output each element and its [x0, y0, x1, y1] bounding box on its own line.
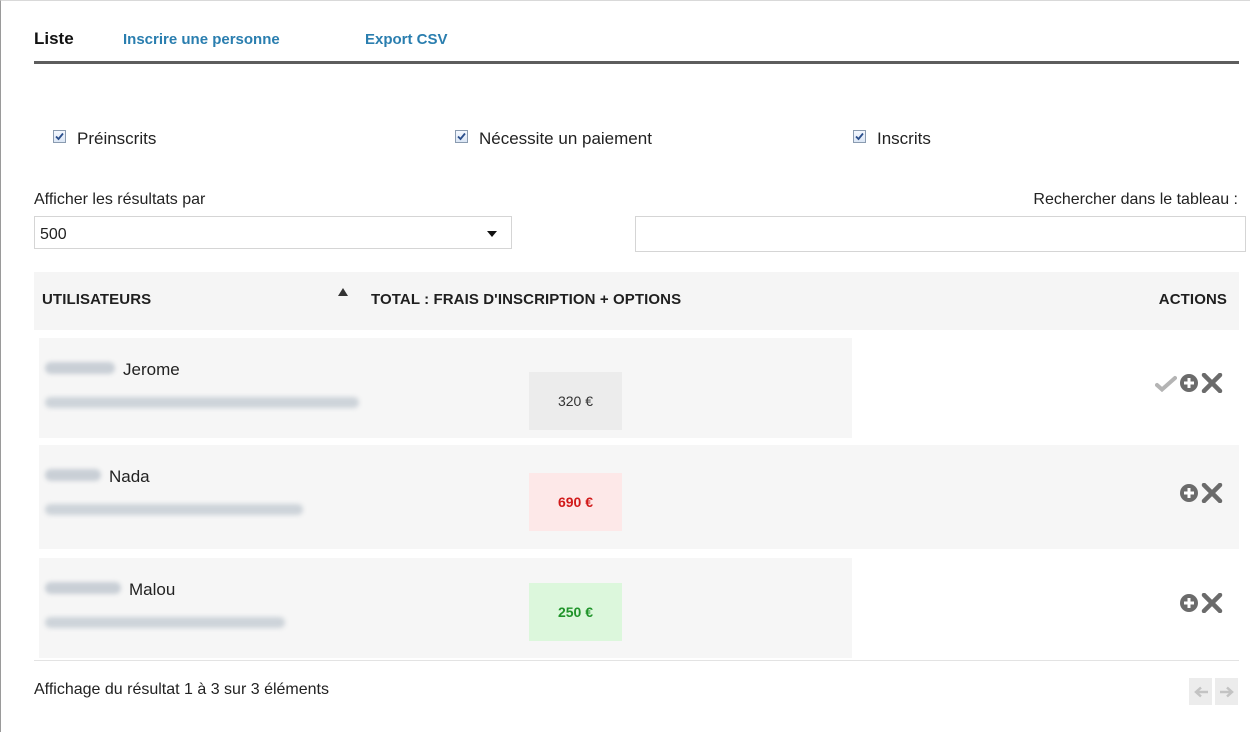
- caret-down-icon: [487, 231, 497, 237]
- check-icon[interactable]: [1155, 374, 1177, 392]
- amount-badge: 320 €: [529, 372, 622, 430]
- user-cell: Malou: [39, 558, 852, 658]
- table-row: Malou 250 €: [34, 550, 1239, 661]
- tab-bar: Liste Inscrire une personne Export CSV: [34, 27, 1239, 64]
- plus-circle-icon[interactable]: [1179, 483, 1199, 503]
- sort-ascending-icon[interactable]: [338, 288, 348, 296]
- pagination-info: Affichage du résultat 1 à 3 sur 3 élémen…: [34, 681, 329, 698]
- filter-inscrits[interactable]: Inscrits: [853, 129, 931, 149]
- paiement-label: Nécessite un paiement: [479, 129, 652, 148]
- redacted-email: [45, 397, 359, 408]
- arrow-left-icon[interactable]: [1189, 678, 1212, 705]
- plus-circle-icon[interactable]: [1179, 593, 1199, 613]
- table-row: Jerome 320 €: [34, 330, 1239, 441]
- user-cell: Jerome: [39, 338, 852, 438]
- user-cell: Nada: [39, 445, 852, 549]
- redacted-email: [45, 504, 303, 515]
- arrow-right-icon[interactable]: [1215, 678, 1238, 705]
- tab-liste[interactable]: Liste: [34, 29, 74, 49]
- close-icon[interactable]: [1201, 593, 1223, 613]
- preinscrits-checkbox[interactable]: [53, 129, 66, 143]
- inscrits-checkbox[interactable]: [853, 129, 866, 143]
- tab-export-csv[interactable]: Export CSV: [365, 31, 448, 48]
- user-first-name: Jerome: [123, 360, 180, 379]
- search-input[interactable]: [635, 216, 1246, 252]
- redacted-email: [45, 617, 285, 628]
- redacted-surname: [45, 582, 121, 594]
- close-icon[interactable]: [1201, 483, 1223, 503]
- inscrits-label: Inscrits: [877, 129, 931, 148]
- column-header-users[interactable]: UTILISATEURS: [42, 291, 151, 308]
- pagination: [1189, 678, 1238, 705]
- user-first-name: Malou: [129, 580, 176, 599]
- row-actions: [1179, 593, 1223, 613]
- plus-circle-icon[interactable]: [1179, 373, 1199, 393]
- page-frame: Liste Inscrire une personne Export CSV P…: [0, 0, 1250, 732]
- column-header-actions: ACTIONS: [1158, 291, 1227, 308]
- table-row: Nada 690 €: [34, 440, 1239, 551]
- paiement-checkbox[interactable]: [455, 129, 468, 143]
- column-header-total[interactable]: TOTAL : FRAIS D'INSCRIPTION + OPTIONS: [371, 291, 681, 308]
- per-page-select[interactable]: 500: [34, 216, 512, 249]
- filter-preinscrits[interactable]: Préinscrits: [53, 129, 156, 149]
- preinscrits-label: Préinscrits: [77, 129, 157, 148]
- per-page-label: Afficher les résultats par: [34, 191, 206, 208]
- row-actions: [1179, 483, 1223, 503]
- table-header: UTILISATEURS TOTAL : FRAIS D'INSCRIPTION…: [34, 272, 1239, 331]
- filter-necessite-paiement[interactable]: Nécessite un paiement: [455, 129, 652, 149]
- search-label: Rechercher dans le tableau :: [1033, 191, 1238, 208]
- per-page-value: 500: [40, 226, 67, 243]
- row-actions: [1155, 373, 1223, 393]
- redacted-surname: [45, 362, 115, 374]
- amount-badge: 690 €: [529, 473, 622, 531]
- redacted-surname: [45, 469, 101, 481]
- user-first-name: Nada: [109, 467, 150, 486]
- tab-inscrire-personne[interactable]: Inscrire une personne: [123, 31, 280, 48]
- close-icon[interactable]: [1201, 373, 1223, 393]
- amount-badge: 250 €: [529, 583, 622, 641]
